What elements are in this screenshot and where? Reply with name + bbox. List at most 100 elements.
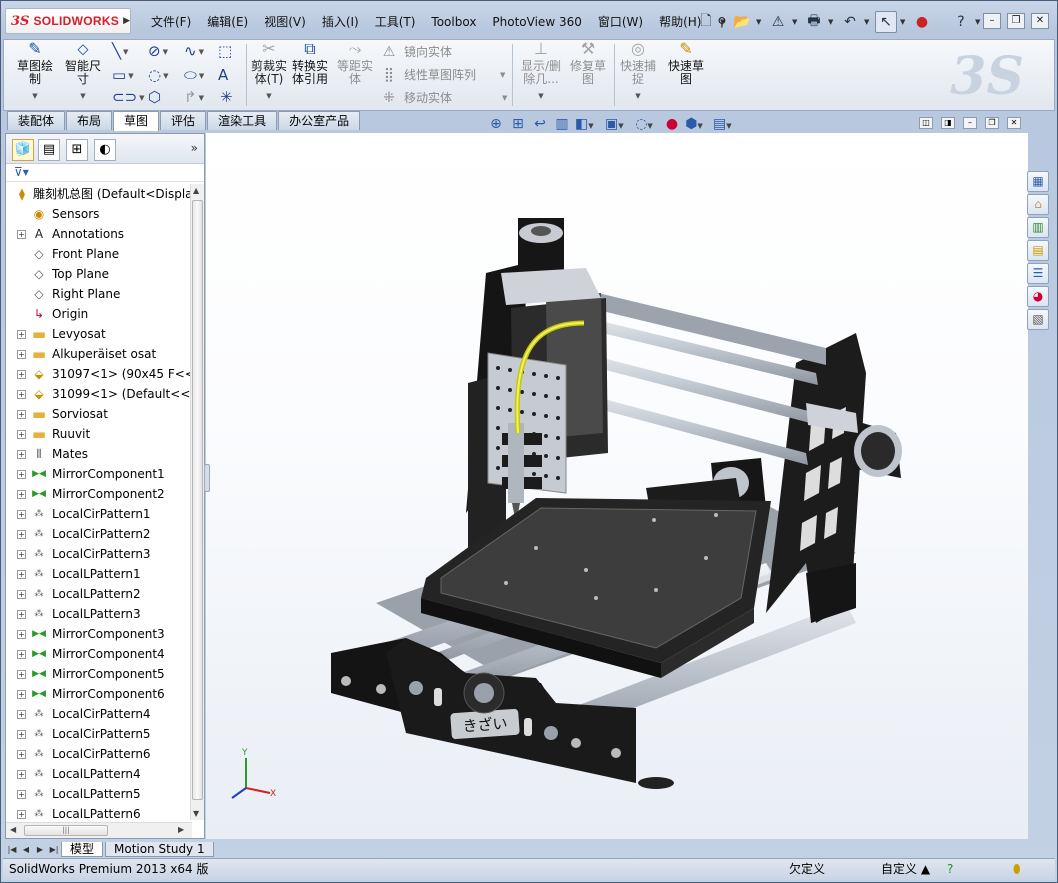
- chevron-down-icon[interactable]: ▼: [756, 18, 764, 26]
- home-icon[interactable]: ⌂: [1027, 194, 1049, 215]
- chevron-down-icon[interactable]: ▼: [900, 18, 908, 26]
- expand-icon[interactable]: +: [17, 530, 26, 539]
- last-tab-icon[interactable]: ▶|: [47, 845, 61, 854]
- chevron-down-icon[interactable]: ▼: [246, 90, 292, 103]
- tree-item[interactable]: + ⬙ 31099<1> (Default<<D: [6, 384, 192, 404]
- tree-item[interactable]: + ⁂ LocalCirPattern6: [6, 744, 192, 764]
- tag-icon[interactable]: ⬮: [1013, 859, 1021, 879]
- tree-item[interactable]: + ▶◀ MirrorComponent4: [6, 644, 192, 664]
- feature-tree-tab-icon[interactable]: 🧊: [12, 139, 34, 161]
- minimize-button[interactable]: –: [983, 13, 1001, 29]
- fillet-icon[interactable]: ↱ ▼: [184, 88, 204, 106]
- traffic-light-icon[interactable]: ●: [911, 11, 933, 33]
- expand-icon[interactable]: +: [17, 730, 26, 739]
- expand-icon[interactable]: +: [17, 490, 26, 499]
- viewport-minimize-button[interactable]: –: [963, 117, 977, 129]
- menu-view[interactable]: 视图(V): [256, 13, 314, 31]
- zoom-to-fit-icon[interactable]: ⊕: [487, 116, 505, 132]
- tree-item[interactable]: + ⁂ LocalLPattern5: [6, 784, 192, 804]
- chevron-down-icon[interactable]: ▼: [60, 90, 106, 103]
- menu-edit[interactable]: 编辑(E): [199, 13, 256, 31]
- mirror-entities-button[interactable]: ⚠ 镜向实体: [380, 43, 452, 60]
- edit-appearance-icon[interactable]: ●: [663, 116, 681, 132]
- expand-icon[interactable]: +: [17, 430, 26, 439]
- cnc-machine-model[interactable]: きざい Y X: [206, 133, 1028, 839]
- expand-icon[interactable]: +: [17, 630, 26, 639]
- expand-icon[interactable]: +: [17, 570, 26, 579]
- expand-icon[interactable]: +: [17, 610, 26, 619]
- tree-item[interactable]: + ▶◀ MirrorComponent5: [6, 664, 192, 684]
- solidworks-resources-icon[interactable]: ▦: [1027, 171, 1049, 192]
- custom-properties-icon[interactable]: ▧: [1027, 309, 1049, 330]
- spline-icon[interactable]: ∿ ▼: [184, 42, 204, 60]
- tree-item[interactable]: + ▬ Levyosat: [6, 324, 192, 344]
- menu-photoview[interactable]: PhotoView 360: [484, 13, 589, 31]
- ellipse-icon[interactable]: ⬭ ▼: [184, 66, 204, 84]
- polygon-icon[interactable]: ⬡: [148, 88, 161, 106]
- expand-icon[interactable]: +: [17, 390, 26, 399]
- appearances-icon[interactable]: ◕: [1027, 286, 1049, 307]
- chevron-down-icon[interactable]: ▼: [975, 18, 983, 26]
- expand-panel-icon[interactable]: »: [191, 141, 198, 155]
- tree-item[interactable]: + ⁂ LocalCirPattern3: [6, 544, 192, 564]
- chevron-down-icon[interactable]: ▼: [792, 18, 800, 26]
- tree-item[interactable]: ◇ Right Plane: [6, 284, 192, 304]
- help-icon[interactable]: ?: [950, 11, 972, 33]
- tree-item[interactable]: + ⁂ LocalLPattern6: [6, 804, 192, 820]
- tab-sketch[interactable]: 草图: [113, 111, 160, 131]
- convert-entities-button[interactable]: ⧉ 转换实 体引用: [290, 41, 330, 86]
- tree-item[interactable]: + ▶◀ MirrorComponent6: [6, 684, 192, 704]
- new-document-icon[interactable]: 🗋: [695, 11, 717, 33]
- tree-item[interactable]: ◇ Front Plane: [6, 244, 192, 264]
- tree-item[interactable]: + ▶◀ MirrorComponent1: [6, 464, 192, 484]
- design-library-icon[interactable]: ▥: [1027, 217, 1049, 238]
- tree-item[interactable]: + ▶◀ MirrorComponent3: [6, 624, 192, 644]
- quick-snaps-button[interactable]: ◎ 快速捕 捉 ▼: [616, 41, 660, 103]
- expand-icon[interactable]: +: [17, 470, 26, 479]
- tree-item[interactable]: + ⁂ LocalLPattern2: [6, 584, 192, 604]
- expand-icon[interactable]: +: [17, 550, 26, 559]
- expand-icon[interactable]: +: [17, 750, 26, 759]
- scrollbar-thumb[interactable]: [192, 200, 203, 800]
- tree-item[interactable]: + ⁂ LocalCirPattern1: [6, 504, 192, 524]
- tree-item[interactable]: + ⁂ LocalLPattern4: [6, 764, 192, 784]
- vertical-scrollbar[interactable]: ▲ ▼: [190, 184, 204, 820]
- solidworks-logo-button[interactable]: 3S SOLIDWORKS ▶: [5, 8, 131, 34]
- tab-assembly[interactable]: 装配体: [7, 111, 66, 130]
- view-palette-icon[interactable]: ☰: [1027, 263, 1049, 284]
- expand-icon[interactable]: +: [17, 410, 26, 419]
- prev-tab-icon[interactable]: ◀: [19, 845, 33, 854]
- expand-icon[interactable]: +: [17, 370, 26, 379]
- arc-icon[interactable]: ◌ ▼: [148, 66, 168, 84]
- expand-icon[interactable]: +: [17, 810, 26, 819]
- chevron-down-icon[interactable]: ▼: [516, 90, 566, 103]
- rapid-sketch-button[interactable]: ✎ 快速草 图: [664, 41, 708, 86]
- tree-root-assembly[interactable]: ⧫ 雕刻机总图 (Default<Displa: [6, 184, 192, 204]
- tree-item[interactable]: + ⁂ LocalLPattern1: [6, 564, 192, 584]
- slot-icon[interactable]: ⊂⊃ ▼: [112, 88, 145, 106]
- tree-item[interactable]: ◇ Top Plane: [6, 264, 192, 284]
- close-button[interactable]: ✕: [1031, 13, 1049, 29]
- tree-filter-bar[interactable]: ⊽▾: [6, 164, 204, 182]
- expand-icon[interactable]: +: [17, 350, 26, 359]
- next-tab-icon[interactable]: ▶: [33, 845, 47, 854]
- previous-view-icon[interactable]: ↩: [531, 116, 549, 132]
- first-tab-icon[interactable]: |◀: [5, 845, 19, 854]
- expand-icon[interactable]: +: [17, 450, 26, 459]
- tree-item[interactable]: + A Annotations: [6, 224, 192, 244]
- tree-item[interactable]: + ▬ Alkuperäiset osat: [6, 344, 192, 364]
- expand-icon[interactable]: +: [17, 790, 26, 799]
- chevron-down-icon[interactable]: ▼: [616, 90, 660, 103]
- menu-tools[interactable]: 工具(T): [367, 13, 424, 31]
- expand-icon[interactable]: +: [17, 330, 26, 339]
- tree-item[interactable]: + ⁂ LocalCirPattern2: [6, 524, 192, 544]
- line-icon[interactable]: ╲ ▼: [112, 42, 128, 60]
- rebuild-warning-icon[interactable]: ⚠: [767, 11, 789, 33]
- chevron-down-icon[interactable]: ▼: [720, 18, 728, 26]
- property-manager-tab-icon[interactable]: ▤: [38, 139, 60, 161]
- tree-item[interactable]: ↳ Origin: [6, 304, 192, 324]
- hide-show-items-icon[interactable]: ◌▼: [635, 116, 653, 132]
- linear-pattern-button[interactable]: ⣿ 线性草图阵列 ▼: [380, 66, 506, 83]
- view-orientation-icon[interactable]: ◧▼: [575, 116, 594, 132]
- expand-icon[interactable]: +: [17, 710, 26, 719]
